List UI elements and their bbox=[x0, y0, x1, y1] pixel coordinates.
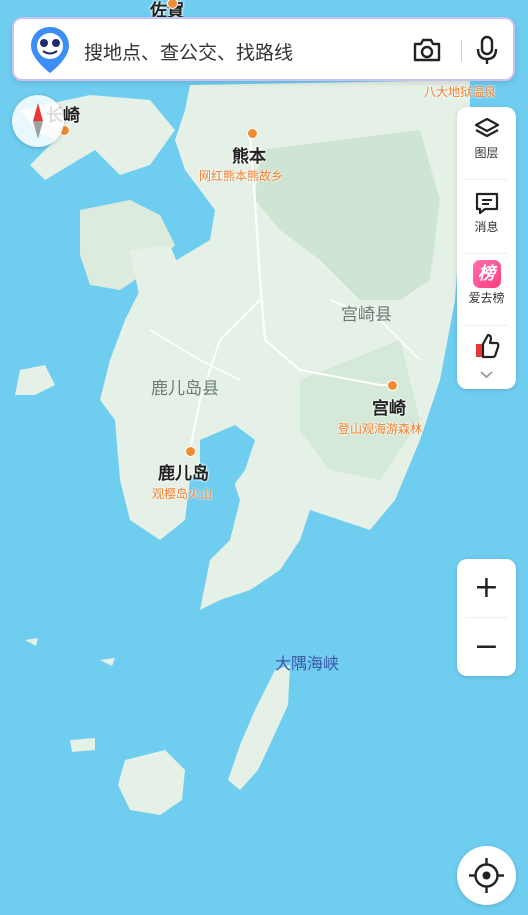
city-dot-kagoshima[interactable] bbox=[185, 446, 196, 457]
poi-label-kagoshima[interactable]: 观樱岛火山 bbox=[152, 485, 212, 502]
water-label-strait: 大隅海峡 bbox=[275, 654, 340, 673]
chevron-down-icon[interactable] bbox=[478, 369, 495, 381]
region-label-miyazaki: 宫崎县 bbox=[341, 305, 392, 325]
ranking-icon: 榜 bbox=[472, 260, 501, 288]
messages-label: 消息 bbox=[474, 220, 499, 234]
poi-label-miyazaki[interactable]: 登山观海游森林 bbox=[338, 420, 422, 437]
ranking-button[interactable]: 榜 爱去榜 bbox=[457, 260, 516, 306]
city-label-kagoshima[interactable]: 鹿儿岛 bbox=[158, 459, 209, 484]
recommend-button[interactable] bbox=[457, 331, 516, 361]
message-icon bbox=[475, 192, 498, 215]
search-divider bbox=[461, 40, 462, 62]
search-bar[interactable]: 搜地点、查公交、找路线 bbox=[12, 17, 515, 81]
ranking-label: 爱去榜 bbox=[468, 291, 505, 305]
city-label-miyazaki[interactable]: 宫崎 bbox=[372, 394, 406, 419]
panel-divider bbox=[465, 179, 508, 180]
map-tools-panel: 图层 消息 榜 爱去榜 bbox=[457, 107, 516, 389]
small-island bbox=[70, 738, 95, 752]
microphone-icon[interactable] bbox=[470, 33, 504, 67]
city-label-kumamoto[interactable]: 熊本 bbox=[232, 142, 266, 167]
messages-button[interactable]: 消息 bbox=[457, 189, 516, 235]
search-input[interactable]: 搜地点、查公交、找路线 bbox=[84, 38, 293, 65]
panel-divider bbox=[465, 253, 508, 254]
compass-button[interactable] bbox=[12, 95, 64, 147]
locate-button[interactable] bbox=[457, 846, 516, 905]
poi-label-kumamoto[interactable]: 网红熊本熊故乡 bbox=[199, 167, 283, 184]
thumbs-up-icon bbox=[475, 333, 499, 359]
locate-icon bbox=[469, 858, 504, 893]
panel-divider bbox=[465, 325, 508, 326]
zoom-control: + − bbox=[457, 559, 516, 676]
poi-label-hachidai[interactable]: 八大地狱温泉 bbox=[424, 83, 496, 100]
map-canvas[interactable] bbox=[0, 0, 528, 915]
layers-button[interactable]: 图层 bbox=[457, 115, 516, 161]
region-label-kagoshima: 鹿儿岛县 bbox=[151, 379, 219, 399]
layers-icon bbox=[474, 117, 499, 138]
app-logo-icon[interactable] bbox=[28, 25, 72, 75]
camera-icon[interactable] bbox=[410, 33, 444, 67]
layers-label: 图层 bbox=[474, 146, 499, 160]
zoom-in-button[interactable]: + bbox=[457, 559, 516, 617]
city-dot-kumamoto[interactable] bbox=[247, 128, 258, 139]
zoom-out-button[interactable]: − bbox=[457, 618, 516, 676]
compass-icon bbox=[33, 103, 43, 139]
city-dot-miyazaki[interactable] bbox=[387, 380, 398, 391]
